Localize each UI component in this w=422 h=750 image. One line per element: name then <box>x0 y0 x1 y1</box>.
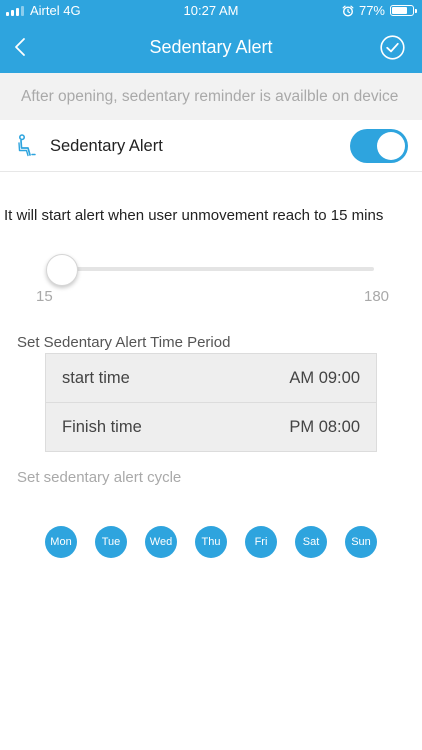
toggle-knob <box>377 132 405 160</box>
page-title: Sedentary Alert <box>149 37 273 57</box>
slider-max-label: 180 <box>364 288 390 305</box>
seat-icon <box>18 134 36 157</box>
day-fri-button[interactable]: Fri <box>245 526 277 558</box>
sedentary-alert-label: Sedentary Alert <box>50 137 163 155</box>
finish-time-row[interactable]: Finish time PM 08:00 <box>46 403 376 452</box>
day-selector: Mon Tue Wed Thu Fri Sat Sun <box>45 526 377 558</box>
alert-cycle-title: Set sedentary alert cycle <box>17 469 182 486</box>
day-mon-button[interactable]: Mon <box>45 526 77 558</box>
day-sun-button[interactable]: Sun <box>345 526 377 558</box>
status-right: 77% <box>342 3 417 18</box>
battery-level <box>392 7 408 14</box>
notice-text: After opening, sedentary reminder is ava… <box>21 88 399 105</box>
start-time-row[interactable]: start time AM 09:00 <box>46 354 376 403</box>
alert-description: It will start alert when user unmovement… <box>4 207 384 224</box>
day-tue-button[interactable]: Tue <box>95 526 127 558</box>
start-time-value: AM 09:00 <box>289 369 360 387</box>
slider-min-label: 15 <box>36 288 53 305</box>
nav-bar: Sedentary Alert <box>0 22 422 73</box>
sedentary-alert-toggle[interactable] <box>350 129 408 163</box>
day-thu-button[interactable]: Thu <box>195 526 227 558</box>
time-period-box: start time AM 09:00 Finish time PM 08:00 <box>45 353 377 452</box>
duration-slider-track[interactable] <box>60 267 374 271</box>
day-wed-button[interactable]: Wed <box>145 526 177 558</box>
sedentary-alert-row: Sedentary Alert <box>0 120 422 172</box>
duration-slider-thumb[interactable] <box>46 254 78 286</box>
day-sat-button[interactable]: Sat <box>295 526 327 558</box>
finish-time-label: Finish time <box>62 418 142 436</box>
time-period-title: Set Sedentary Alert Time Period <box>17 334 231 351</box>
notice-banner: After opening, sedentary reminder is ava… <box>0 73 422 120</box>
battery-percent: 77% <box>358 3 385 18</box>
start-time-label: start time <box>62 369 130 387</box>
finish-time-value: PM 08:00 <box>289 418 360 436</box>
confirm-check-icon[interactable] <box>380 35 405 60</box>
status-bar: Airtel 4G 10:27 AM 77% <box>0 0 422 22</box>
alarm-icon <box>342 5 354 17</box>
battery-icon <box>390 5 417 16</box>
